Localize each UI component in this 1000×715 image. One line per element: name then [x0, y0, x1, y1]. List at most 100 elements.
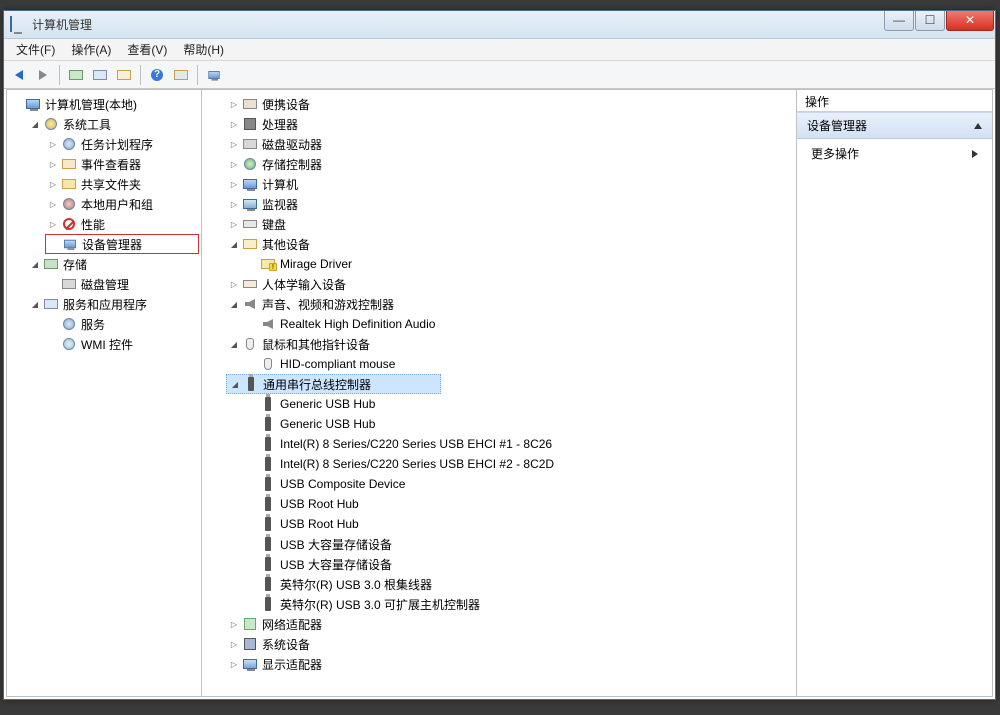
usb-device[interactable]: USB 大容量存储设备 [244, 534, 794, 554]
keyboard-icon [242, 216, 258, 232]
usb-device[interactable]: USB Root Hub [244, 494, 794, 514]
usb-icon [243, 376, 259, 392]
cat-cpu[interactable]: 处理器 [226, 114, 794, 134]
label: 便携设备 [262, 96, 310, 113]
cat-hid[interactable]: 人体学输入设备 [226, 274, 794, 294]
actions-selected[interactable]: 设备管理器 [797, 112, 992, 139]
view-mode-button[interactable] [89, 64, 111, 86]
middle-pane[interactable]: 便携设备 处理器 磁盘驱动器 存储控制器 计算机 监视器 键盘 其他设备 !Mi… [202, 90, 797, 696]
cat-mouse[interactable]: 鼠标和其他指针设备 [226, 334, 794, 354]
cat-sysdev[interactable]: 系统设备 [226, 634, 794, 654]
usb-device[interactable]: Intel(R) 8 Series/C220 Series USB EHCI #… [244, 434, 794, 454]
usb-icon [260, 596, 276, 612]
label: USB 大容量存储设备 [280, 556, 392, 573]
monitor-icon [242, 196, 258, 212]
tree-icon [69, 70, 83, 80]
cat-network[interactable]: 网络适配器 [226, 614, 794, 634]
usb-device[interactable]: USB Root Hub [244, 514, 794, 534]
scan-hardware-button[interactable] [203, 64, 225, 86]
menu-file[interactable]: 文件(F) [8, 39, 63, 60]
cat-sound[interactable]: 声音、视频和游戏控制器 [226, 294, 794, 314]
menu-help[interactable]: 帮助(H) [175, 39, 232, 60]
label: 鼠标和其他指针设备 [262, 336, 370, 353]
usb-icon [260, 536, 276, 552]
maximize-button[interactable]: ☐ [915, 11, 945, 31]
label: 监视器 [262, 196, 298, 213]
actions-more[interactable]: 更多操作 [797, 139, 992, 168]
cat-monitor[interactable]: 监视器 [226, 194, 794, 214]
help-icon: ? [151, 69, 163, 81]
cpu-icon [242, 116, 258, 132]
properties-button[interactable] [113, 64, 135, 86]
usb-device[interactable]: USB Composite Device [244, 474, 794, 494]
share-icon [61, 176, 77, 192]
label: 事件查看器 [81, 156, 141, 173]
dev-hid-mouse[interactable]: HID-compliant mouse [244, 354, 794, 374]
tree-services[interactable]: 服务 [45, 314, 199, 334]
usb-device[interactable]: Generic USB Hub [244, 414, 794, 434]
label: USB 大容量存储设备 [280, 536, 392, 553]
actions-header: 操作 [797, 90, 992, 112]
tree-local-users[interactable]: 本地用户和组 [45, 194, 199, 214]
arrow-right-icon [39, 70, 47, 80]
label: 声音、视频和游戏控制器 [262, 296, 394, 313]
usb-device[interactable]: 英特尔(R) USB 3.0 可扩展主机控制器 [244, 594, 794, 614]
tree-disk-mgmt[interactable]: 磁盘管理 [45, 274, 199, 294]
label: 通用串行总线控制器 [263, 376, 371, 393]
computer-icon [242, 176, 258, 192]
tree-event-viewer[interactable]: 事件查看器 [45, 154, 199, 174]
tree-performance[interactable]: 性能 [45, 214, 199, 234]
actions-pane: 操作 设备管理器 更多操作 [797, 90, 992, 696]
menu-view[interactable]: 查看(V) [119, 39, 175, 60]
tree-services-apps[interactable]: 服务和应用程序 [27, 294, 199, 314]
cat-usb[interactable]: 通用串行总线控制器 [226, 374, 441, 394]
tree-shared-folders[interactable]: 共享文件夹 [45, 174, 199, 194]
tree-systemtools[interactable]: 系统工具 [27, 114, 199, 134]
display-icon [242, 656, 258, 672]
cat-display[interactable]: 显示适配器 [226, 654, 794, 674]
left-pane[interactable]: 计算机管理(本地) 系统工具 任务计划程序 事件查看器 共享文件夹 本地用户和组… [7, 90, 202, 696]
tree-device-manager[interactable]: 设备管理器 [45, 234, 199, 254]
tree-storage[interactable]: 存储 [27, 254, 199, 274]
usb-device[interactable]: 英特尔(R) USB 3.0 根集线器 [244, 574, 794, 594]
titlebar: 计算机管理 — ☐ ✕ [4, 11, 995, 39]
label: Intel(R) 8 Series/C220 Series USB EHCI #… [280, 457, 554, 471]
usb-device[interactable]: USB 大容量存储设备 [244, 554, 794, 574]
tree-wmi[interactable]: WMI 控件 [45, 334, 199, 354]
minimize-button[interactable]: — [884, 11, 914, 31]
sound-icon [260, 316, 276, 332]
tree-root[interactable]: 计算机管理(本地) [9, 94, 199, 114]
label: USB Root Hub [280, 517, 359, 531]
collapse-icon [974, 123, 982, 129]
other-icon [242, 236, 258, 252]
cat-computer[interactable]: 计算机 [226, 174, 794, 194]
window-title: 计算机管理 [32, 16, 884, 33]
device-tree: 便携设备 处理器 磁盘驱动器 存储控制器 计算机 监视器 键盘 其他设备 !Mi… [204, 94, 794, 674]
close-button[interactable]: ✕ [946, 11, 994, 31]
usb-device[interactable]: Intel(R) 8 Series/C220 Series USB EHCI #… [244, 454, 794, 474]
help-button[interactable]: ? [146, 64, 168, 86]
show-hide-tree-button[interactable] [65, 64, 87, 86]
usb-icon [260, 516, 276, 532]
menu-action[interactable]: 操作(A) [63, 39, 119, 60]
usb-device[interactable]: Generic USB Hub [244, 394, 794, 414]
app-icon [10, 17, 26, 33]
perf-icon [61, 216, 77, 232]
cat-portable[interactable]: 便携设备 [226, 94, 794, 114]
mouse-icon [260, 356, 276, 372]
label: 计算机管理(本地) [45, 96, 137, 113]
label: USB Composite Device [280, 477, 405, 491]
dev-realtek-audio[interactable]: Realtek High Definition Audio [244, 314, 794, 334]
toolbar-button-1[interactable] [170, 64, 192, 86]
cat-keyboard[interactable]: 键盘 [226, 214, 794, 234]
label: Intel(R) 8 Series/C220 Series USB EHCI #… [280, 437, 552, 451]
cat-diskdrive[interactable]: 磁盘驱动器 [226, 134, 794, 154]
list-icon [93, 70, 107, 80]
tree-task-scheduler[interactable]: 任务计划程序 [45, 134, 199, 154]
dev-mirage-driver[interactable]: !Mirage Driver [244, 254, 794, 274]
cat-other[interactable]: 其他设备 [226, 234, 794, 254]
cat-storage-ctl[interactable]: 存储控制器 [226, 154, 794, 174]
back-button[interactable] [8, 64, 30, 86]
forward-button[interactable] [32, 64, 54, 86]
label: 设备管理器 [82, 236, 142, 253]
